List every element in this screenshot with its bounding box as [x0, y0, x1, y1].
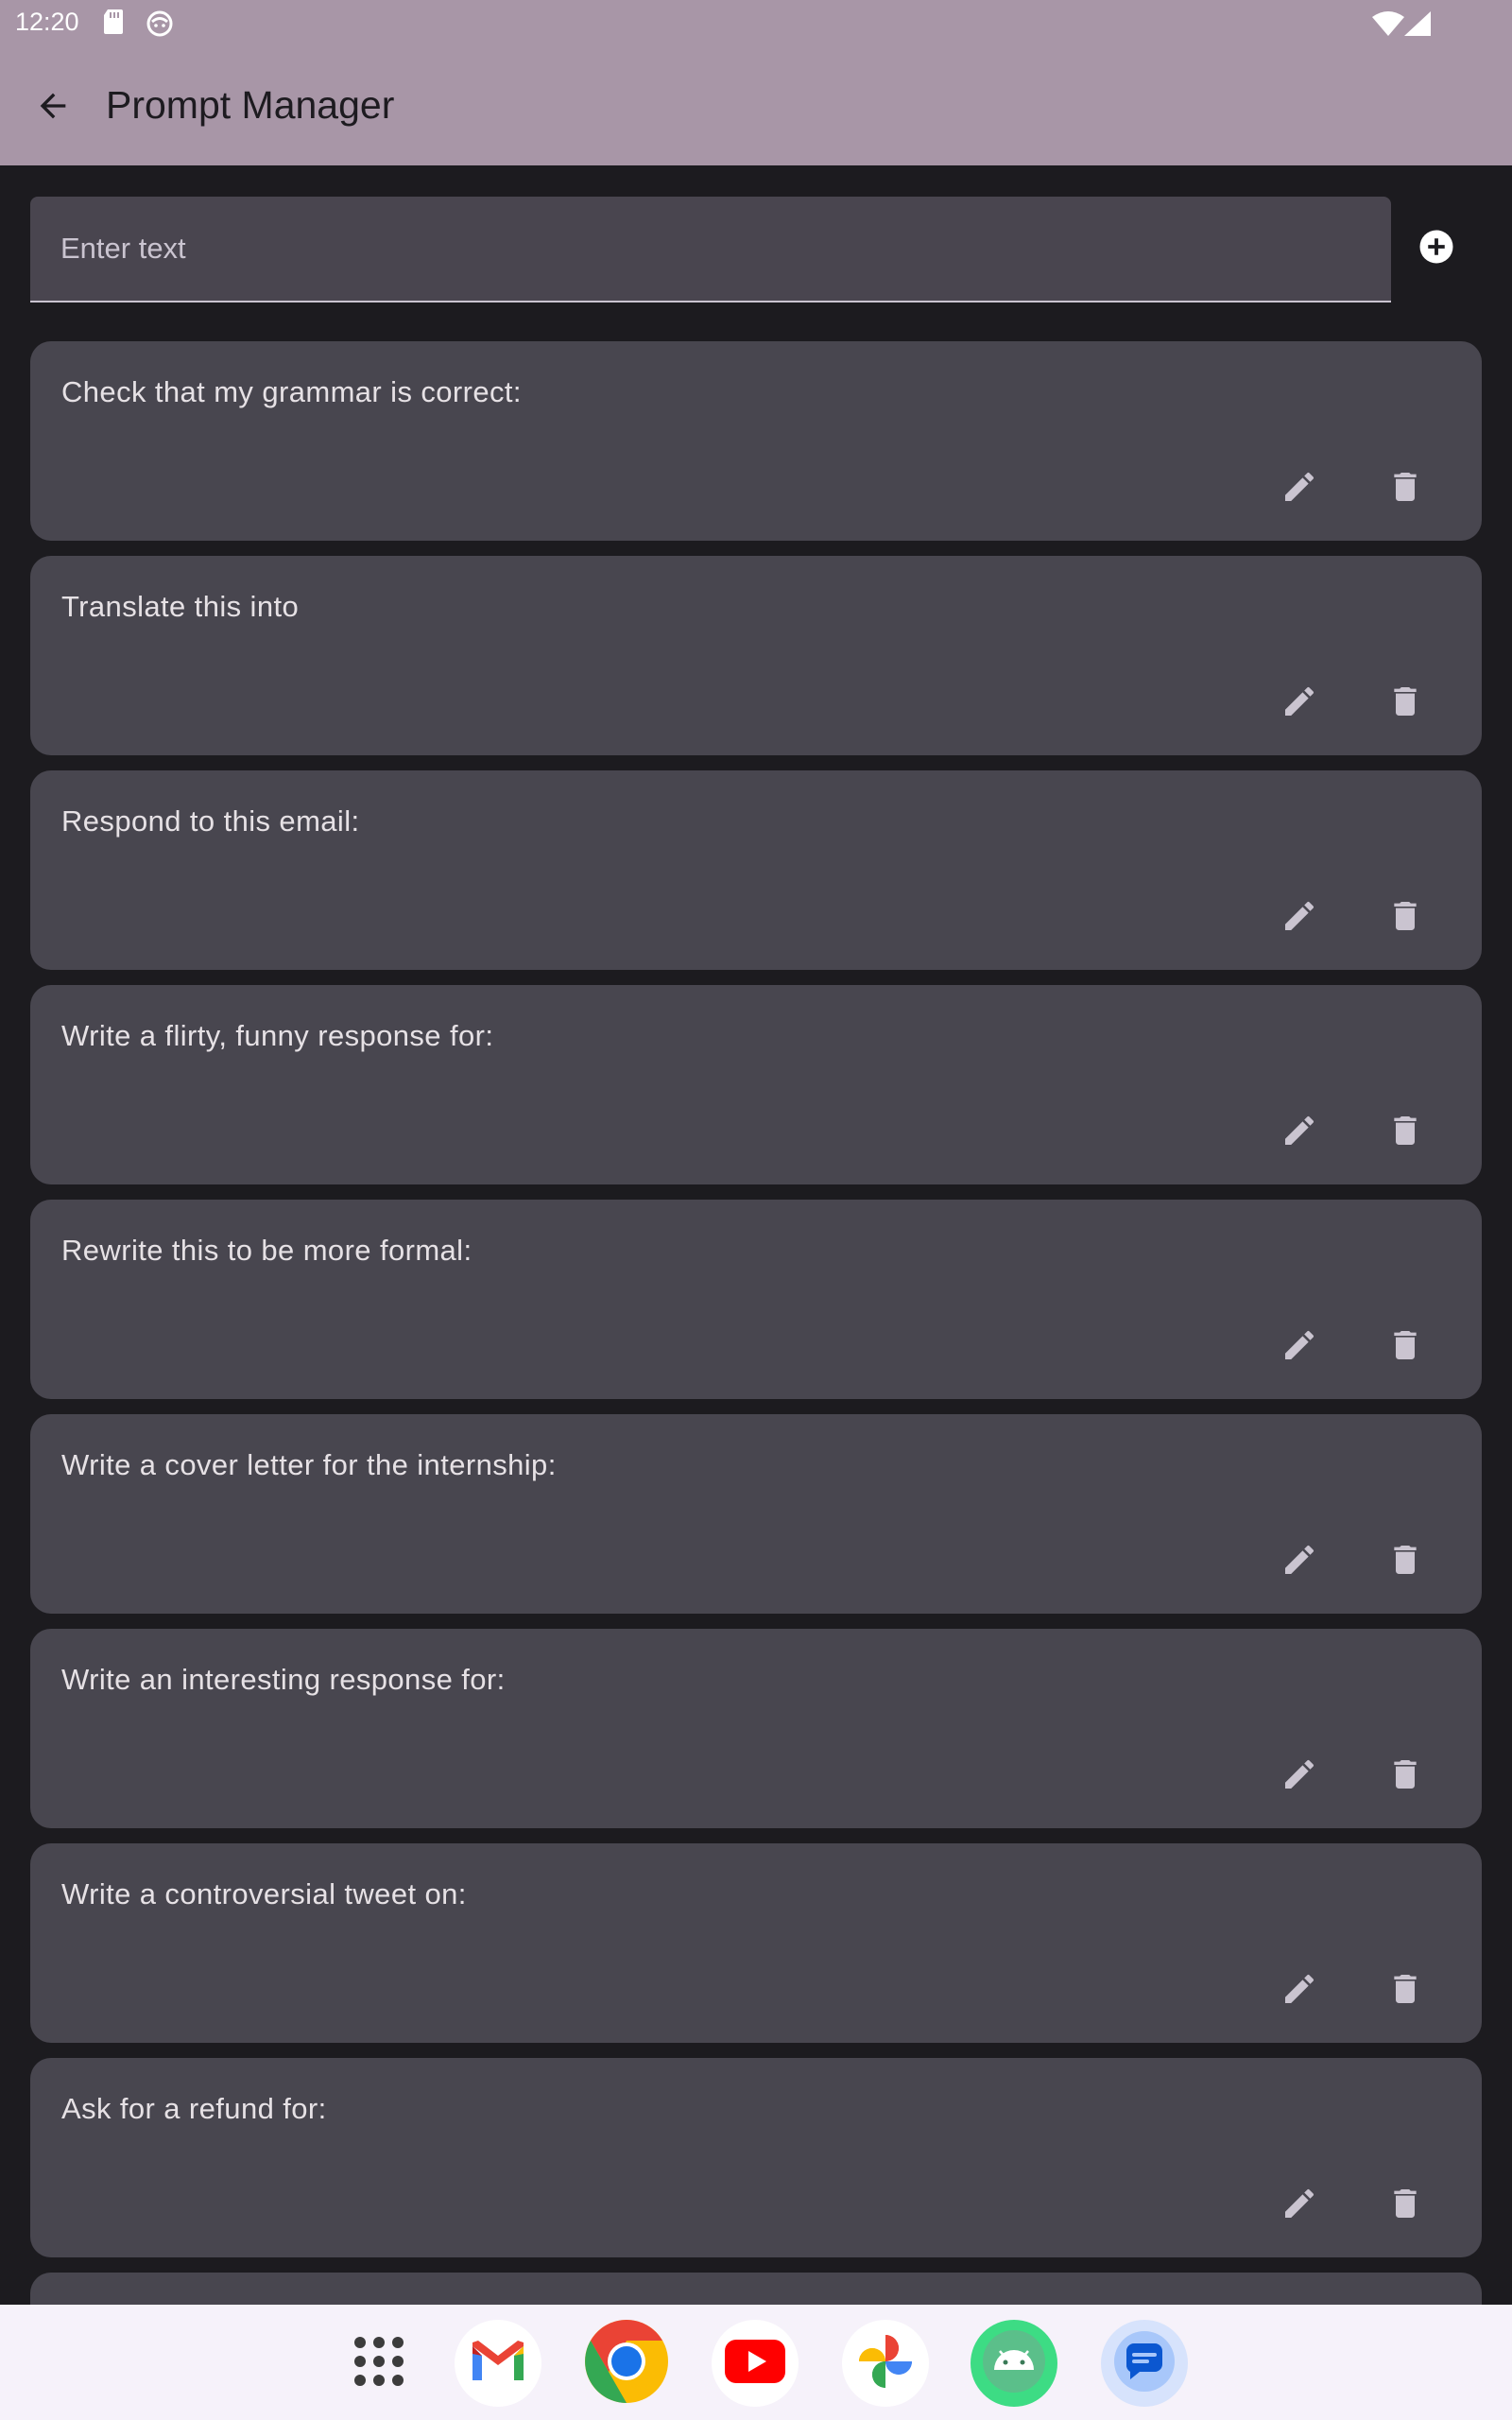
- pencil-icon: [1280, 1326, 1318, 1368]
- trash-icon: [1386, 1755, 1424, 1797]
- arrow-back-icon: [34, 87, 72, 129]
- trash-icon: [1386, 1112, 1424, 1153]
- prompt-card[interactable]: Respond to this email:: [30, 770, 1482, 970]
- prompt-input[interactable]: [30, 197, 1391, 301]
- status-bar: 12:20: [0, 0, 1512, 47]
- prompt-card[interactable]: Write an interesting response for:: [30, 1629, 1482, 1828]
- app-drawer-button[interactable]: [335, 2320, 422, 2407]
- face-icon: [146, 9, 174, 42]
- cellular-icon: [1404, 11, 1431, 40]
- prompt-text: Check that my grammar is correct:: [61, 375, 522, 408]
- prompt-card[interactable]: Write a cover letter for the internship:: [30, 1414, 1482, 1614]
- prompt-card[interactable]: Translate this into: [30, 556, 1482, 755]
- trash-icon: [1386, 2185, 1424, 2226]
- photos-icon: [855, 2331, 916, 2395]
- app-drawer-icon: [352, 2335, 405, 2392]
- pencil-icon: [1280, 1755, 1318, 1797]
- wifi-icon: [1372, 11, 1404, 40]
- edit-button[interactable]: [1270, 1103, 1329, 1162]
- page-title: Prompt Manager: [106, 83, 395, 127]
- trash-icon: [1386, 468, 1424, 510]
- main-content: Check that my grammar is correct: Transl…: [0, 165, 1512, 2305]
- edit-button[interactable]: [1270, 1962, 1329, 2020]
- edit-button[interactable]: [1270, 1747, 1329, 1806]
- trash-icon: [1386, 1326, 1424, 1368]
- prompt-text: Respond to this email:: [61, 804, 360, 838]
- delete-button[interactable]: [1376, 1103, 1435, 1162]
- prompt-card[interactable]: Write a flirty, funny response for:: [30, 985, 1482, 1184]
- prompt-text: Write an interesting response for:: [61, 1663, 506, 1696]
- delete-button[interactable]: [1376, 1962, 1435, 2020]
- youtube-app[interactable]: [712, 2320, 799, 2407]
- edit-button[interactable]: [1270, 1532, 1329, 1591]
- prompt-text: Write a flirty, funny response for:: [61, 1019, 494, 1052]
- delete-button[interactable]: [1376, 459, 1435, 518]
- screen: 12:20 Prompt Manager Enter text Check th…: [0, 0, 1512, 2420]
- gmail-icon: [469, 2339, 527, 2388]
- edit-button[interactable]: [1270, 889, 1329, 947]
- pencil-icon: [1280, 897, 1318, 939]
- android-studio-app[interactable]: [971, 2320, 1057, 2407]
- add-prompt-button[interactable]: [1414, 226, 1459, 271]
- trash-icon: [1386, 683, 1424, 724]
- pencil-icon: [1280, 683, 1318, 724]
- pencil-icon: [1280, 1541, 1318, 1582]
- prompt-text: Rewrite this to be more formal:: [61, 1234, 472, 1267]
- pencil-icon: [1280, 2185, 1318, 2226]
- add-circle-icon: [1417, 227, 1456, 270]
- trash-icon: [1386, 897, 1424, 939]
- chrome-icon: [584, 2319, 669, 2408]
- trash-icon: [1386, 1970, 1424, 2012]
- delete-button[interactable]: [1376, 1532, 1435, 1591]
- messages-app[interactable]: [1101, 2320, 1188, 2407]
- prompt-text: Write a controversial tweet on:: [61, 1877, 467, 1910]
- prompt-card[interactable]: Rewrite this to be more formal:: [30, 1200, 1482, 1399]
- prompt-card[interactable]: Ask for a refund for:: [30, 2058, 1482, 2257]
- prompt-text: Translate this into: [61, 590, 300, 623]
- edit-button[interactable]: [1270, 1318, 1329, 1376]
- photos-app[interactable]: [842, 2320, 929, 2407]
- pencil-icon: [1280, 468, 1318, 510]
- messages-icon: [1113, 2330, 1176, 2396]
- prompt-input-container: [30, 197, 1391, 302]
- edit-button[interactable]: [1270, 459, 1329, 518]
- app-dock: [0, 2305, 1512, 2420]
- back-button[interactable]: [23, 81, 83, 134]
- gmail-app[interactable]: [455, 2320, 541, 2407]
- delete-button[interactable]: [1376, 1318, 1435, 1376]
- pencil-icon: [1280, 1112, 1318, 1153]
- delete-button[interactable]: [1376, 674, 1435, 733]
- top-app-bar: Prompt Manager: [0, 47, 1512, 165]
- prompt-text: Ask for a refund for:: [61, 2092, 327, 2125]
- delete-button[interactable]: [1376, 2176, 1435, 2235]
- chrome-app[interactable]: [583, 2320, 670, 2407]
- prompt-text: Write a cover letter for the internship:: [61, 1448, 557, 1481]
- delete-button[interactable]: [1376, 889, 1435, 947]
- prompt-card[interactable]: [30, 2273, 1482, 2305]
- prompt-list: Check that my grammar is correct: Transl…: [30, 341, 1482, 2305]
- sd-card-icon: [104, 9, 125, 38]
- prompt-card[interactable]: Write a controversial tweet on:: [30, 1843, 1482, 2043]
- android-studio-icon: [981, 2328, 1047, 2398]
- trash-icon: [1386, 1541, 1424, 1582]
- edit-button[interactable]: [1270, 2176, 1329, 2235]
- prompt-card[interactable]: Check that my grammar is correct:: [30, 341, 1482, 541]
- youtube-icon: [725, 2340, 785, 2387]
- edit-button[interactable]: [1270, 674, 1329, 733]
- status-time: 12:20: [15, 8, 79, 36]
- delete-button[interactable]: [1376, 1747, 1435, 1806]
- pencil-icon: [1280, 1970, 1318, 2012]
